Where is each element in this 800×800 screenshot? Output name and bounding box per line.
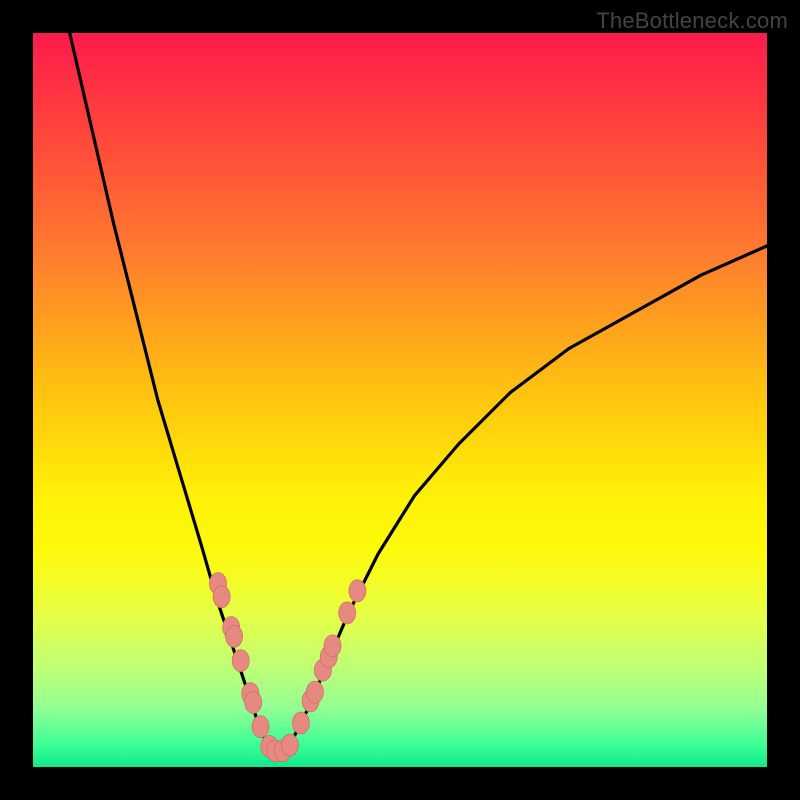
data-marker [213, 586, 230, 608]
curve-layer [70, 33, 767, 752]
data-marker [232, 650, 249, 672]
data-marker [281, 734, 298, 756]
chart-svg [33, 33, 767, 767]
data-marker [339, 602, 356, 624]
watermark-text: TheBottleneck.com [596, 8, 788, 34]
plot-area [33, 33, 767, 767]
data-marker [252, 716, 269, 738]
marker-layer [210, 573, 366, 762]
data-marker [292, 712, 309, 734]
chart-frame: TheBottleneck.com [0, 0, 800, 800]
data-marker [245, 691, 262, 713]
data-marker [349, 580, 366, 602]
data-marker [306, 681, 323, 703]
data-marker [324, 635, 341, 657]
bottleneck-curve [70, 33, 767, 752]
data-marker [226, 625, 243, 647]
